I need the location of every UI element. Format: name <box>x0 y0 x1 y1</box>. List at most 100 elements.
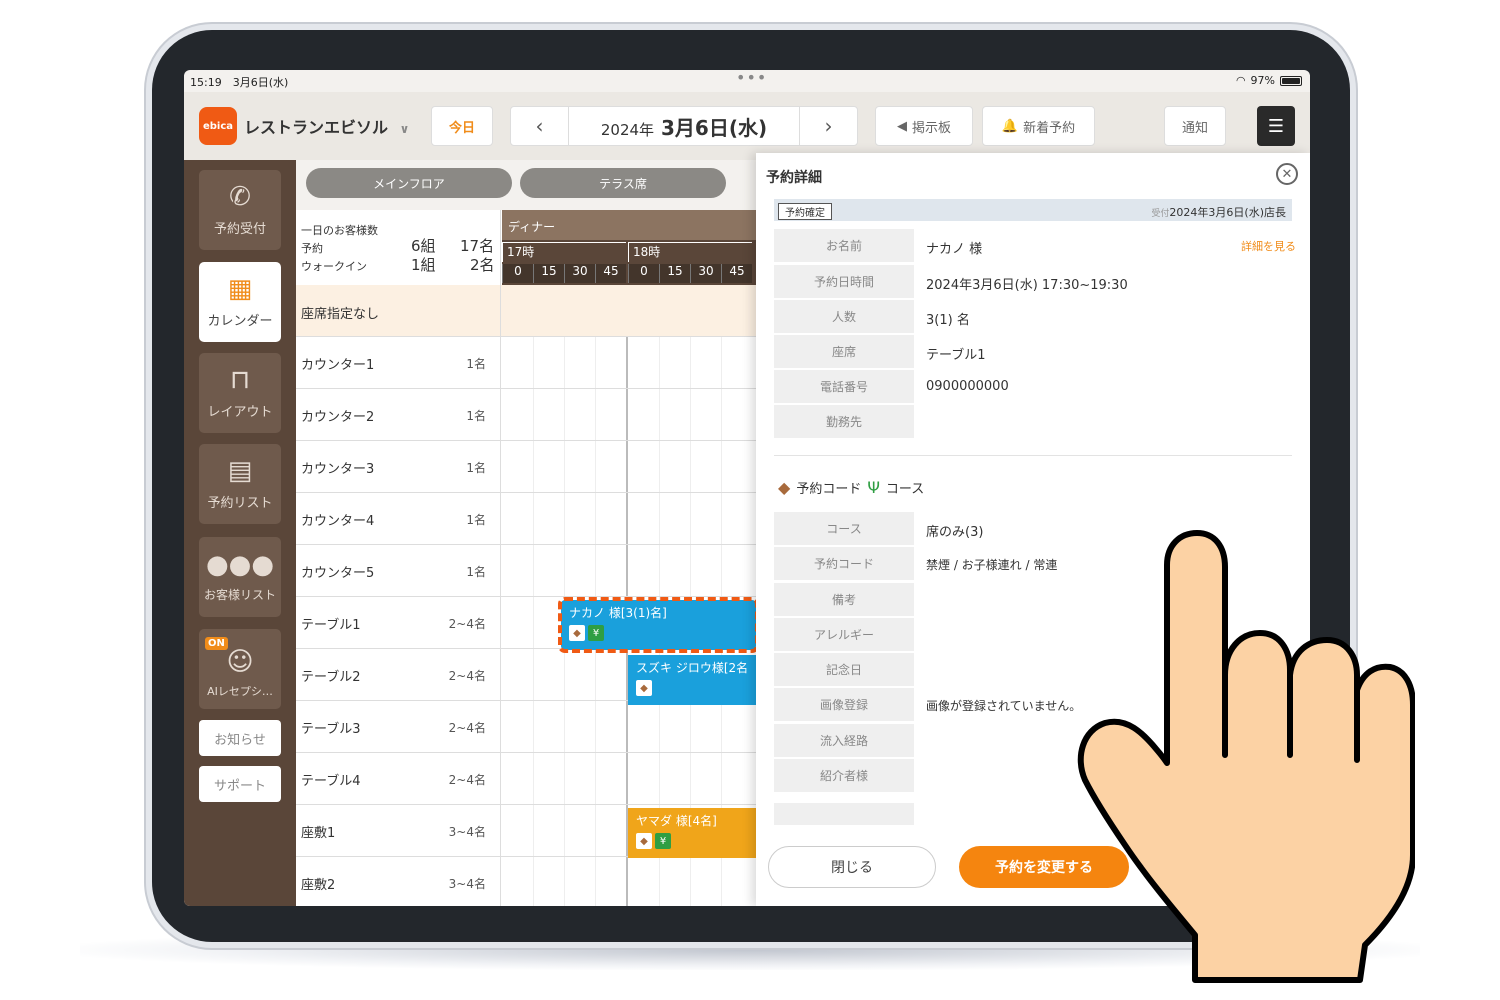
field-value: ナカノ 様 <box>926 242 983 257</box>
close-icon[interactable]: ✕ <box>1276 163 1298 185</box>
booking-block-selected[interactable]: ナカノ 様[3(1)名] ◆ ¥ <box>558 597 759 653</box>
booking-block[interactable]: ヤマダ 様[4名] ◆ ¥ <box>628 808 756 858</box>
detail-title: 予約詳細 <box>766 170 822 186</box>
daily-summary: 一日のお客様数 予約 ウォークイン 6組 1組 17名 2名 <box>296 210 501 285</box>
next-day-button[interactable]: › <box>799 107 857 145</box>
seat-name: テーブル3 <box>301 722 361 737</box>
sidebar-item-reservation-list[interactable]: ▤ 予約リスト <box>199 444 281 524</box>
today-button[interactable]: 今日 <box>431 106 493 146</box>
seat-capacity: 1名 <box>466 565 486 579</box>
sidebar-item-customer-list[interactable]: ●●● お客様リスト <box>199 537 281 617</box>
field-label: 予約日時間 <box>774 265 914 298</box>
sidebar: ✆ 予約受付 ▦ カレンダー ⊓ レイアウト ▤ 予約リスト ●●● お客様リス… <box>184 160 296 906</box>
received-value: 2024年3月6日(水)店長 <box>1169 206 1286 219</box>
detail-row: 座席 テーブル1 <box>774 335 1292 368</box>
table-row[interactable]: カウンター2 1名 <box>296 389 756 441</box>
field-value: 3(1) 名 <box>926 313 970 328</box>
date-main: 3月6日(水) <box>661 115 768 140</box>
field-value: テーブル1 <box>926 348 986 363</box>
sidebar-item-label: 予約リスト <box>207 495 273 511</box>
field-label: 勤務先 <box>774 405 914 438</box>
tag-icon: ◆ <box>569 625 585 641</box>
date-navigator: ‹ 2024年 3月6日(水) › <box>510 106 858 146</box>
table-row[interactable]: カウンター3 1名 <box>296 441 756 493</box>
minute-label: 30 <box>564 264 595 283</box>
section-header-code-course: ◆ 予約コード Ψ コース <box>778 478 924 497</box>
detail-row: お名前 ナカノ 様 <box>774 229 1292 262</box>
booking-tags: ◆ ¥ <box>569 625 748 641</box>
restaurant-name: レストランエビソル <box>244 118 389 137</box>
board-button[interactable]: ◀ 掲示板 <box>875 106 973 146</box>
tab-main-floor[interactable]: メインフロア <box>306 168 512 198</box>
book-icon: ▤ <box>227 455 253 486</box>
seat-name: カウンター2 <box>301 410 375 425</box>
sidebar-item-reception[interactable]: ✆ 予約受付 <box>199 170 281 250</box>
prev-day-button[interactable]: ‹ <box>511 107 569 145</box>
sidebar-item-ai-reception[interactable]: ON ☺ AIレセプシ… <box>199 629 281 709</box>
chevron-right-icon: › <box>824 114 833 138</box>
hour-label: 17時 <box>502 242 626 262</box>
close-button[interactable]: 閉じる <box>768 846 936 888</box>
sidebar-item-layout[interactable]: ⊓ レイアウト <box>199 353 281 433</box>
current-date[interactable]: 2024年 3月6日(水) <box>569 112 799 141</box>
support-button[interactable]: サポート <box>199 766 281 802</box>
seat-capacity: 3~4名 <box>448 825 486 839</box>
seat-name: 座席指定なし <box>301 307 380 322</box>
summary-reserve-groups: 6組 <box>411 237 436 255</box>
restaurant-selector[interactable]: レストランエビソル ∨ <box>244 114 409 138</box>
fork-knife-icon: ¥ <box>588 625 604 641</box>
summary-reserve-people: 17名 <box>460 237 495 255</box>
hamburger-menu-icon[interactable]: ☰ <box>1257 106 1295 146</box>
sidebar-item-calendar[interactable]: ▦ カレンダー <box>199 262 281 342</box>
field-value: 画像が登録されていません。 <box>926 699 1082 713</box>
field-label: 座席 <box>774 335 914 368</box>
field-label: 人数 <box>774 300 914 333</box>
received-info: 受付2024年3月6日(水)店長 <box>1151 204 1286 220</box>
megaphone-icon: ◀ <box>896 118 907 134</box>
summary-walkin-label: ウォークイン <box>301 260 367 273</box>
field-label: 記念日 <box>774 653 914 686</box>
sidebar-item-label: レイアウト <box>207 404 273 420</box>
received-prefix: 受付 <box>1151 209 1170 219</box>
table-row[interactable]: テーブル3 2~4名 <box>296 701 756 753</box>
minute-row: 0 15 30 45 0 15 30 45 <box>502 262 756 285</box>
multitask-dots-icon[interactable]: ••• <box>736 70 767 87</box>
seat-capacity: 2~4名 <box>448 669 486 683</box>
seat-capacity: 1名 <box>466 409 486 423</box>
table-row[interactable]: カウンター5 1名 <box>296 545 756 597</box>
table-row[interactable]: カウンター1 1名 <box>296 337 756 389</box>
seat-name: 座敷1 <box>301 826 336 841</box>
seat-capacity: 2~4名 <box>448 721 486 735</box>
field-value: 2024年3月6日(水) 17:30~19:30 <box>926 278 1128 293</box>
sidebar-item-label: AIレセプシ… <box>207 685 273 698</box>
date-year: 2024年 <box>600 120 655 139</box>
news-button[interactable]: お知らせ <box>199 720 281 756</box>
battery-status: ◠ 97% <box>1236 74 1302 87</box>
wifi-icon: ◠ <box>1235 74 1246 87</box>
tab-terrace[interactable]: テラス席 <box>520 168 726 198</box>
summary-title: 一日のお客様数 <box>301 224 378 237</box>
sidebar-item-label: お客様リスト <box>203 587 276 602</box>
table-row[interactable]: カウンター4 1名 <box>296 493 756 545</box>
seat-capacity: 3~4名 <box>448 877 486 891</box>
booking-block[interactable]: スズキ ジロウ様[2名] ◆ <box>628 655 756 705</box>
seat-capacity: 2~4名 <box>448 773 486 787</box>
fork-knife-icon: Ψ <box>867 478 880 497</box>
field-label: 電話番号 <box>774 370 914 403</box>
booking-label: スズキ ジロウ様[2名] <box>636 661 748 675</box>
reservation-timeline: メインフロア テラス席 一日のお客様数 予約 ウォークイン 6組 1組 17名 … <box>296 160 759 906</box>
table-row[interactable]: テーブル4 2~4名 <box>296 753 756 805</box>
notify-button[interactable]: 通知 <box>1164 106 1226 146</box>
new-reservation-button[interactable]: 🔔 新着予約 <box>982 106 1095 146</box>
table-row[interactable]: 座敷2 3~4名 <box>296 857 756 906</box>
tag-icon: ◆ <box>778 478 791 497</box>
table-row[interactable]: 座席指定なし <box>296 285 756 337</box>
detail-row: 人数 3(1) 名 <box>774 300 1292 333</box>
battery-percent: 97% <box>1250 74 1275 87</box>
minute-label: 15 <box>659 264 690 283</box>
chevron-left-icon: ‹ <box>535 114 544 138</box>
sidebar-item-label: カレンダー <box>207 313 273 329</box>
stage: 15:19 3月6日(水) ••• ◠ 97% ebica レストランエビソル … <box>0 0 1500 1000</box>
booking-tags: ◆ ¥ <box>636 833 748 849</box>
board-label: 掲示板 <box>911 120 951 136</box>
